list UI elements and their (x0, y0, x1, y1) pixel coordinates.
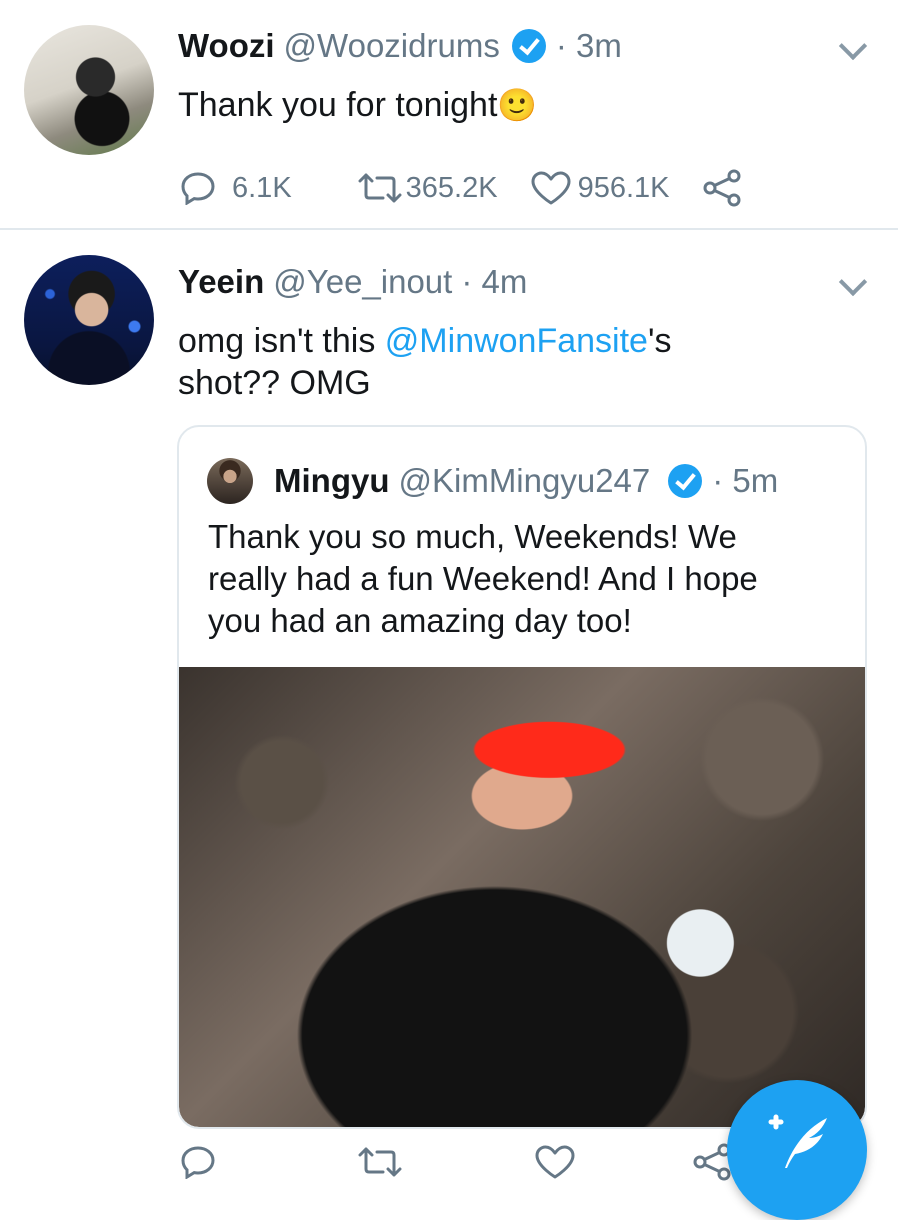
avatar[interactable] (24, 255, 154, 385)
reply-count: 6.1K (232, 171, 292, 204)
compose-tweet-icon (768, 1114, 827, 1168)
tweet-actions: 6.1K 365.2K 956.1K (180, 168, 744, 208)
retweet-icon (358, 1147, 402, 1177)
chevron-down-icon[interactable] (838, 267, 868, 297)
retweet-count: 365.2K (405, 171, 498, 204)
verified-badge-icon (668, 464, 703, 498)
retweet-button[interactable] (356, 1145, 404, 1179)
smile-emoji: 🙂 (497, 87, 538, 123)
like-icon (531, 171, 571, 205)
like-count: 956.1K (577, 171, 670, 204)
handle: @KimMingyu247 (398, 462, 651, 499)
reply-icon (181, 1146, 215, 1179)
display-name[interactable]: Yeein (178, 263, 264, 301)
tweet-header: Yeein @Yee_inout · 4m (178, 262, 527, 302)
quoted-tweet-card[interactable]: Mingyu @KimMingyu247 · 5m Thank you so m… (177, 425, 867, 1129)
quoted-tweet-header: Mingyu @KimMingyu247 · 5m (274, 461, 778, 501)
tweet-photo[interactable] (179, 667, 865, 1127)
like-button[interactable] (534, 1144, 576, 1180)
tweet-text: Thank you for tonight🙂 (178, 86, 538, 124)
handle[interactable]: @Woozidrums (284, 27, 500, 65)
share-icon (703, 169, 741, 207)
reply-button[interactable] (180, 1145, 216, 1179)
avatar (207, 458, 253, 504)
timestamp[interactable]: · 3m (556, 27, 622, 65)
timestamp[interactable]: · 4m (461, 263, 527, 301)
tweet-woozi[interactable]: Woozi @Woozidrums · 3m Thank you for ton… (0, 0, 898, 228)
timestamp: · 5m (712, 462, 779, 499)
quoted-tweet-text: Thank you so much, Weekends! We really h… (208, 518, 758, 639)
compose-tweet-button[interactable] (727, 1080, 867, 1220)
handle[interactable]: @Yee_inout (273, 263, 452, 301)
retweet-button[interactable]: 365.2K (356, 171, 498, 205)
like-icon (535, 1145, 575, 1179)
chevron-down-icon[interactable] (838, 31, 868, 61)
mention-link[interactable]: @MinwonFansite (385, 322, 648, 360)
avatar[interactable] (24, 25, 154, 155)
reply-button[interactable]: 6.1K (180, 171, 292, 205)
display-name[interactable]: Woozi (178, 27, 275, 65)
tweet-actions (180, 1142, 734, 1182)
tweet-text: omg isn't this @MinwonFansite's shot?? O… (178, 322, 672, 402)
tweet-header: Woozi @Woozidrums · 3m (178, 26, 622, 66)
retweet-icon (358, 173, 402, 203)
verified-badge-icon (511, 29, 546, 63)
like-button[interactable]: 956.1K (530, 170, 670, 206)
display-name: Mingyu (274, 462, 390, 499)
reply-icon (181, 172, 215, 205)
share-button[interactable] (702, 168, 744, 208)
